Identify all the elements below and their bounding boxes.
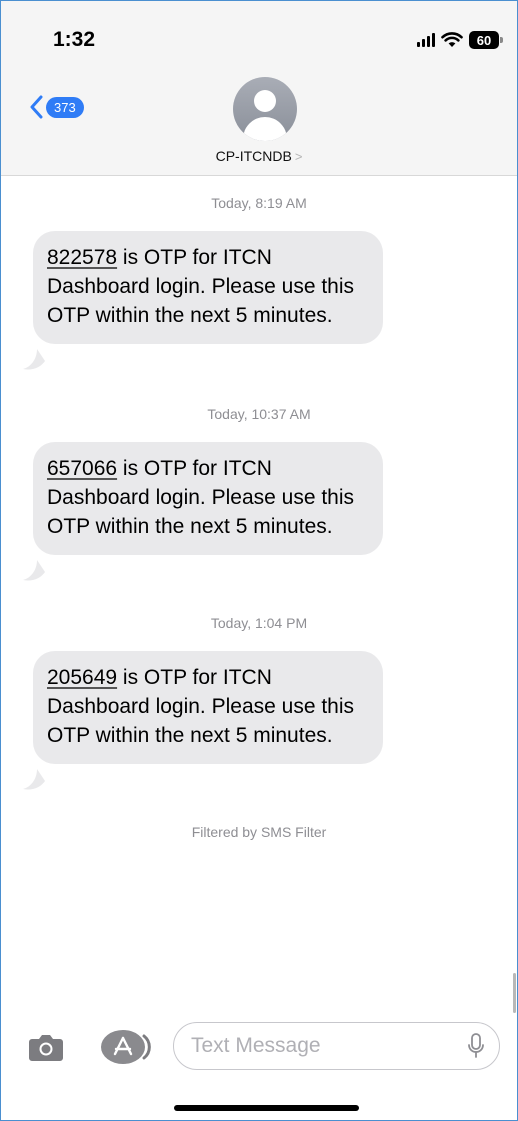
status-icons: 60 — [417, 29, 503, 51]
otp-code[interactable]: 822578 — [47, 246, 117, 269]
bubble-tail — [23, 769, 45, 790]
message-bubble[interactable]: 822578 is OTP for ITCN Dashboard login. … — [33, 231, 383, 344]
message-timestamp: Today, 10:37 AM — [207, 406, 311, 422]
camera-icon[interactable] — [29, 1033, 63, 1061]
otp-code[interactable]: 657066 — [47, 457, 117, 480]
bubble-tail — [23, 349, 45, 370]
message-input[interactable] — [191, 1034, 467, 1058]
message-input-field[interactable] — [173, 1022, 500, 1070]
message-timestamp: Today, 1:04 PM — [210, 615, 308, 631]
chevron-left-icon — [30, 95, 43, 119]
messages-screen: 1:32 60 373 CP-ITCNDB > Today, 8:19 AM 8… — [0, 0, 518, 1121]
contact-name[interactable]: CP-ITCNDB > — [1, 148, 517, 164]
status-time: 1:32 — [53, 28, 96, 51]
message-bubble[interactable]: 205649 is OTP for ITCN Dashboard login. … — [33, 651, 383, 764]
avatar-icon[interactable] — [233, 77, 297, 141]
unread-count-badge: 373 — [46, 96, 84, 118]
message-timestamp: Today, 8:19 AM — [211, 195, 307, 211]
conversation-header: 1:32 60 373 CP-ITCNDB > — [1, 1, 517, 176]
scroll-indicator[interactable] — [513, 973, 516, 1013]
app-store-icon[interactable] — [101, 1030, 153, 1064]
chevron-right-icon: > — [294, 149, 303, 164]
message-bubble[interactable]: 657066 is OTP for ITCN Dashboard login. … — [33, 442, 383, 555]
otp-code[interactable]: 205649 — [47, 666, 117, 689]
microphone-icon[interactable] — [467, 1033, 485, 1059]
filter-note: Filtered by SMS Filter — [191, 824, 327, 840]
contact-name-label: CP-ITCNDB — [215, 148, 292, 164]
wifi-icon — [441, 32, 463, 47]
back-button[interactable]: 373 — [29, 93, 84, 121]
battery-level: 60 — [476, 32, 492, 48]
battery-icon: 60 — [469, 31, 503, 49]
home-indicator[interactable] — [174, 1105, 359, 1111]
signal-icon — [417, 33, 435, 47]
bubble-tail — [23, 560, 45, 581]
